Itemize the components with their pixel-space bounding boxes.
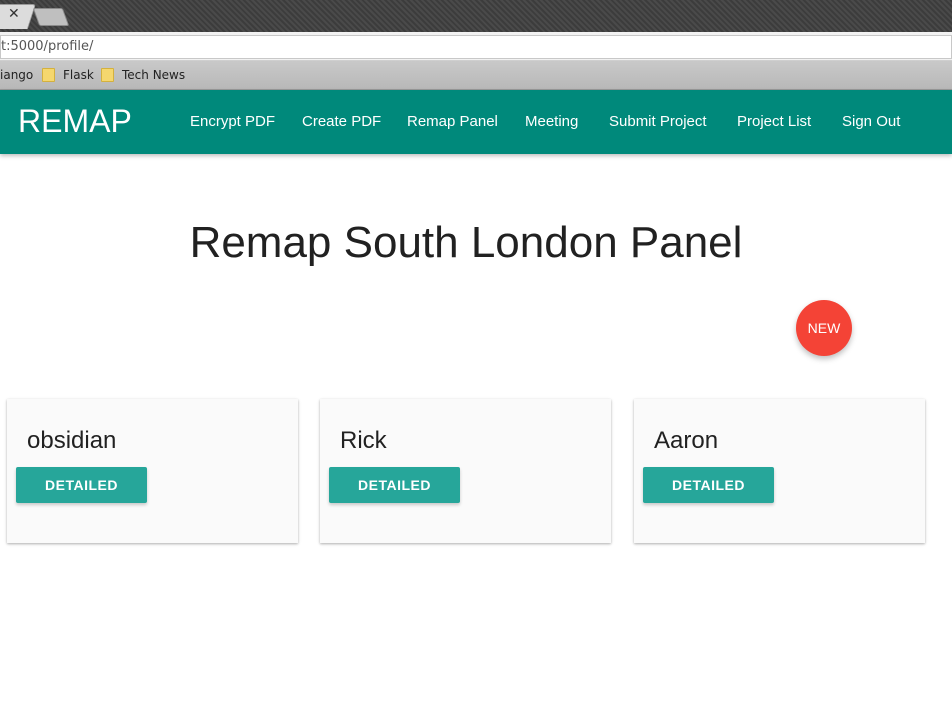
detailed-button[interactable]: DETAILED [643,467,774,503]
close-icon[interactable]: ✕ [8,6,20,22]
card-title: Rick [340,427,387,454]
detailed-button[interactable]: DETAILED [329,467,460,503]
new-tab-button[interactable] [32,8,70,26]
url-input[interactable]: t:5000/profile/ [0,35,952,59]
member-card: Aaron DETAILED [634,399,925,543]
nav-remap-panel[interactable]: Remap Panel [407,113,498,130]
nav-encrypt-pdf[interactable]: Encrypt PDF [190,113,275,130]
bookmark-tech-news[interactable]: Tech News [101,68,185,82]
nav-sign-out[interactable]: Sign Out [842,113,900,130]
member-card: obsidian DETAILED [7,399,298,543]
bookmark-django[interactable]: iango [0,68,33,82]
page-title: Remap South London Panel [189,218,743,267]
bookmark-label: Tech News [122,68,186,82]
brand-logo[interactable]: REMAP [18,103,132,140]
member-card: Rick DETAILED [320,399,611,543]
card-title: obsidian [27,427,117,454]
detailed-button[interactable]: DETAILED [16,467,147,503]
bookmarks-bar: iango Flask Tech News [0,61,952,90]
folder-icon [42,68,55,82]
url-text: t:5000/profile/ [1,39,94,54]
card-title: Aaron [654,427,719,454]
browser-tabstrip: ✕ [0,0,952,32]
bookmark-flask[interactable]: Flask [42,68,94,82]
nav-submit-project[interactable]: Submit Project [609,113,707,130]
nav-project-list[interactable]: Project List [737,113,811,130]
folder-icon [101,68,114,82]
new-button[interactable]: NEW [796,300,852,356]
nav-create-pdf[interactable]: Create PDF [302,113,381,130]
bookmark-label: iango [0,68,34,82]
bookmark-label: Flask [63,68,94,82]
app-navbar: REMAP Encrypt PDF Create PDF Remap Panel… [0,90,952,154]
nav-meeting[interactable]: Meeting [525,113,578,130]
address-bar: t:5000/profile/ [0,32,952,61]
